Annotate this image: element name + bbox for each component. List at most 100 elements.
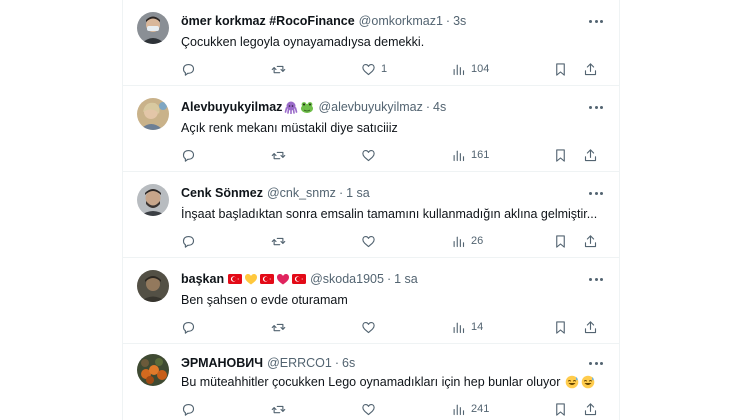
tweet-text: İnşaat başladıktan sonra emsalin tamamın… xyxy=(181,207,598,221)
like-button[interactable] xyxy=(361,400,381,418)
tweet-text: Açık renk mekanı müstakil diye satıciiiz xyxy=(181,121,398,135)
bookmark-icon xyxy=(556,402,565,416)
tweet[interactable]: ЭРМАНОВИЧ @ERRCO1 · 6s Bu müteahhitler ç… xyxy=(123,344,619,420)
bookmark-icon xyxy=(556,148,565,162)
user-handle[interactable]: @cnk_snmz xyxy=(267,185,336,201)
like-button[interactable] xyxy=(361,232,381,250)
reply-icon xyxy=(182,235,195,248)
view-count: 14 xyxy=(471,321,484,333)
tweet-text: Çocukken legoyla oynayamadıysa demekki. xyxy=(181,35,425,49)
share-button[interactable] xyxy=(583,60,598,78)
display-name[interactable]: Alevbuyukyilmaz xyxy=(181,99,282,115)
more-options-icon[interactable] xyxy=(587,356,605,370)
share-button[interactable] xyxy=(583,400,598,418)
more-options-icon[interactable] xyxy=(587,186,605,200)
heart-icon xyxy=(362,403,375,415)
views-icon xyxy=(453,322,465,333)
more-options-icon[interactable] xyxy=(587,272,605,286)
reply-button[interactable] xyxy=(181,400,196,418)
reply-feed: ömer korkmaz #RocoFinance @omkorkmaz1 · … xyxy=(122,0,620,420)
tweet-header: Cenk Sönmez @cnk_snmz · 1 sa xyxy=(181,185,370,201)
bookmark-button[interactable] xyxy=(553,232,568,250)
heart-icon xyxy=(362,321,375,333)
user-handle[interactable]: @alevbuyukyilmaz xyxy=(318,99,422,115)
bookmark-icon xyxy=(556,320,565,334)
red-heart-emoji xyxy=(276,272,290,286)
views-button[interactable]: 161 xyxy=(451,146,489,164)
views-icon xyxy=(453,404,465,415)
retweet-icon xyxy=(271,405,286,413)
retweet-icon xyxy=(271,151,286,159)
timestamp[interactable]: 6s xyxy=(342,355,355,371)
tweet-actions: 161 xyxy=(173,146,613,164)
avatar[interactable] xyxy=(137,270,169,302)
like-button[interactable] xyxy=(361,146,381,164)
tweet-text: Ben şahsen o evde oturamam xyxy=(181,293,348,307)
avatar[interactable] xyxy=(137,98,169,130)
display-name[interactable]: ЭРМАНОВИЧ xyxy=(181,355,263,371)
retweet-icon xyxy=(271,237,286,245)
tweet[interactable]: Cenk Sönmez @cnk_snmz · 1 sa İnşaat başl… xyxy=(123,172,619,258)
retweet-icon xyxy=(271,65,286,73)
view-count: 161 xyxy=(471,149,490,161)
reply-button[interactable] xyxy=(181,232,196,250)
share-button[interactable] xyxy=(583,318,598,336)
share-button[interactable] xyxy=(583,232,598,250)
retweet-button[interactable] xyxy=(271,318,286,336)
bookmark-button[interactable] xyxy=(553,60,568,78)
timestamp[interactable]: 3s xyxy=(453,13,466,29)
views-button[interactable]: 14 xyxy=(451,318,483,336)
tweet[interactable]: başkan @skoda1905 · 1 sa Ben şahsen o ev… xyxy=(123,258,619,344)
bookmark-button[interactable] xyxy=(553,400,568,418)
share-icon xyxy=(584,62,597,75)
like-button[interactable] xyxy=(361,318,381,336)
user-handle[interactable]: @skoda1905 xyxy=(310,271,384,287)
tweet-actions: 241 xyxy=(173,400,613,418)
bookmark-icon xyxy=(556,234,565,248)
more-options-icon[interactable] xyxy=(587,100,605,114)
views-button[interactable]: 241 xyxy=(451,400,489,418)
timestamp[interactable]: 1 sa xyxy=(394,271,418,287)
reply-icon xyxy=(182,403,195,416)
reply-button[interactable] xyxy=(181,60,196,78)
tweet[interactable]: ömer korkmaz #RocoFinance @omkorkmaz1 · … xyxy=(123,0,619,86)
share-button[interactable] xyxy=(583,146,598,164)
views-button[interactable]: 104 xyxy=(451,60,489,78)
avatar[interactable] xyxy=(137,184,169,216)
avatar[interactable] xyxy=(137,354,169,386)
user-handle[interactable]: @ERRCO1 xyxy=(267,355,332,371)
timestamp[interactable]: 4s xyxy=(433,99,446,115)
views-button[interactable]: 26 xyxy=(451,232,483,250)
avatar[interactable] xyxy=(137,12,169,44)
tweet-actions: 1 104 xyxy=(173,60,613,78)
share-icon xyxy=(584,234,597,247)
reply-button[interactable] xyxy=(181,146,196,164)
heart-icon xyxy=(362,149,375,161)
reply-icon xyxy=(182,149,195,162)
turkey-flag-emoji xyxy=(228,272,243,286)
display-name[interactable]: Cenk Sönmez xyxy=(181,185,263,201)
display-name[interactable]: başkan xyxy=(181,271,224,287)
share-icon xyxy=(584,148,597,161)
display-name[interactable]: ömer korkmaz #RocoFinance xyxy=(181,13,355,29)
like-button[interactable]: 1 xyxy=(361,60,387,78)
sweat-smile-emoji xyxy=(565,375,579,389)
heart-icon xyxy=(362,63,375,75)
tweet-text: Bu müteahhitler çocukken Lego oynamadıkl… xyxy=(181,375,561,389)
retweet-button[interactable] xyxy=(271,400,286,418)
heart-icon xyxy=(362,235,375,247)
retweet-button[interactable] xyxy=(271,146,286,164)
octopus-emoji xyxy=(284,100,298,114)
retweet-button[interactable] xyxy=(271,60,286,78)
timestamp[interactable]: 1 sa xyxy=(346,185,370,201)
tweet-header: başkan @skoda1905 · 1 sa xyxy=(181,271,418,287)
user-handle[interactable]: @omkorkmaz1 xyxy=(359,13,443,29)
bookmark-button[interactable] xyxy=(553,318,568,336)
tweet[interactable]: Alevbuyukyilmaz @alevbuyukyilmaz · 4s Aç… xyxy=(123,86,619,172)
frog-emoji xyxy=(300,100,314,114)
bookmark-button[interactable] xyxy=(553,146,568,164)
views-icon xyxy=(453,236,465,247)
reply-button[interactable] xyxy=(181,318,196,336)
retweet-button[interactable] xyxy=(271,232,286,250)
more-options-icon[interactable] xyxy=(587,14,605,28)
